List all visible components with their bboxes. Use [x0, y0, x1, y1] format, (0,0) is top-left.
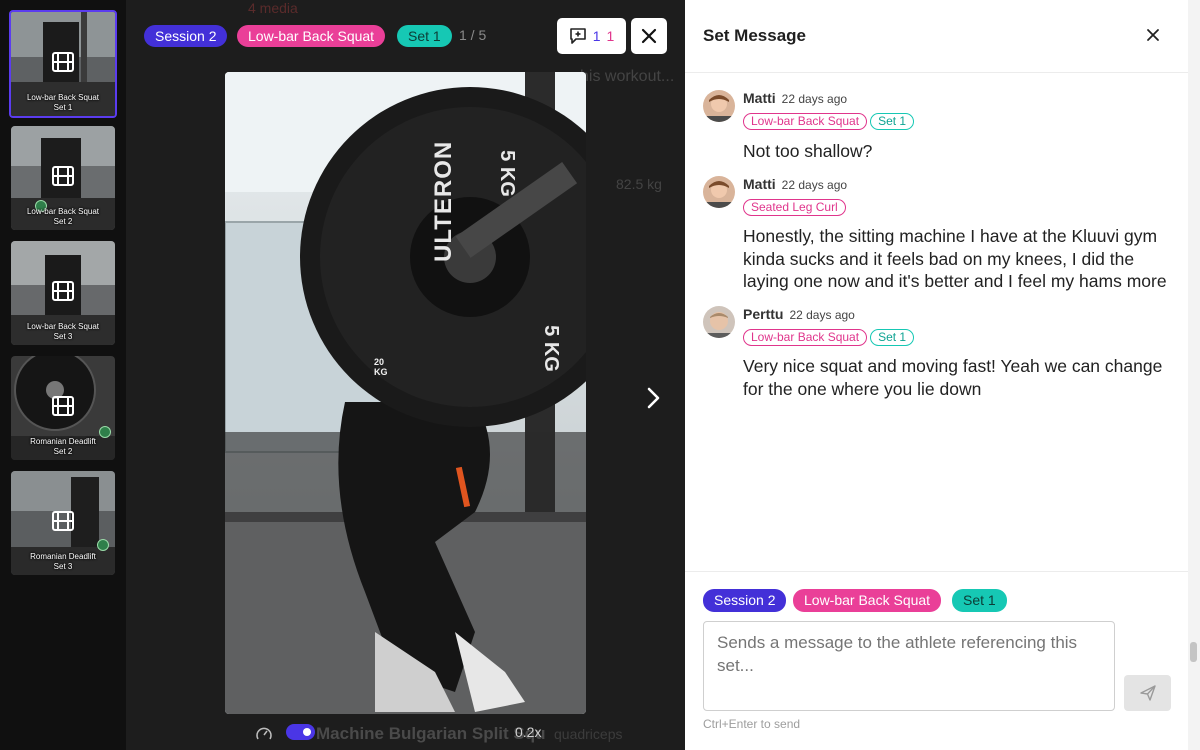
slow-motion-toggle[interactable]	[286, 724, 315, 740]
set-tag: Set 1	[870, 329, 915, 346]
thumbnail-exercise: Romanian Deadlift	[30, 437, 96, 446]
plate-weight-text: 5 KG	[495, 150, 518, 197]
set-chip: Set 1	[397, 25, 452, 47]
messages-button[interactable]: 1 1	[557, 18, 626, 54]
avatar	[703, 306, 735, 338]
close-viewer-button[interactable]	[631, 18, 667, 54]
workout-note: his workout...	[580, 68, 675, 85]
message-plus-icon	[569, 28, 586, 44]
exercise-chip: Low-bar Back Squat	[237, 25, 386, 47]
weight-label: 82.5 kg	[616, 176, 662, 192]
thumbnail-5[interactable]: Romanian Deadlift Set 3	[11, 471, 115, 575]
message-time: 22 days ago	[781, 92, 848, 106]
divider	[685, 72, 1188, 73]
message-body: Honestly, the sitting machine I have at …	[743, 226, 1167, 291]
small-plate-text: 20 KG	[374, 357, 388, 377]
avatar	[703, 176, 735, 208]
set-message-panel: Set Message Matti 22 days ago Low-bar Bac…	[685, 0, 1188, 750]
thumbnail-exercise: Low-bar Back Squat	[26, 207, 100, 216]
composer-exercise-chip: Low-bar Back Squat	[793, 589, 942, 612]
muscle-label: quadriceps	[554, 726, 623, 742]
close-icon	[641, 28, 657, 44]
video-frame	[225, 72, 586, 714]
thumbnail-set: Set 1	[53, 102, 73, 112]
composer-session-chip: Session 2	[703, 589, 787, 612]
thumbnail-exercise: Low-bar Back Squat	[26, 93, 100, 102]
video-player[interactable]: ULTERON 5 KG 5 KG 20 KG	[225, 72, 586, 714]
message-body: Very nice squat and moving fast! Yeah we…	[743, 356, 1163, 399]
message-count-secondary: 1	[606, 28, 615, 44]
thumbnail-set: Set 3	[53, 331, 73, 341]
message-author: Perttu	[743, 306, 784, 322]
gauge-icon[interactable]	[255, 725, 273, 743]
playback-speed: 0.2x	[515, 724, 542, 740]
plate-weight-lower-text: 5 KG	[539, 325, 562, 372]
message-author: Matti	[743, 90, 776, 106]
scrollbar[interactable]	[1188, 0, 1200, 750]
send-icon	[1139, 685, 1156, 701]
send-button[interactable]	[1124, 675, 1171, 711]
thumbnail-3[interactable]: Low-bar Back Squat Set 3	[11, 241, 115, 345]
plate-brand-text: ULTERON	[430, 140, 457, 262]
thumbnail-set: Set 3	[53, 561, 73, 571]
session-chip: Session 2	[144, 25, 228, 47]
message-time: 22 days ago	[781, 178, 848, 192]
media-count-label: 4 media	[248, 0, 298, 16]
next-exercise-name: Machine Bulgarian Split Squ	[316, 724, 546, 743]
thumbnail-exercise: Low-bar Back Squat	[26, 322, 100, 331]
message-time: 22 days ago	[789, 308, 855, 322]
thumbnail-2[interactable]: Low-bar Back Squat Set 2	[11, 126, 115, 230]
thumbnail-set: Set 2	[53, 446, 73, 456]
panel-title: Set Message	[703, 26, 806, 45]
composer-set-chip: Set 1	[952, 589, 1007, 612]
message-item: Perttu 22 days ago Low-bar Back Squat Set …	[703, 306, 1173, 406]
status-dot	[97, 539, 109, 551]
thumbnail-exercise: Romanian Deadlift	[30, 552, 96, 561]
message-input[interactable]	[703, 621, 1115, 711]
film-icon	[52, 51, 74, 72]
divider	[685, 571, 1188, 572]
close-icon[interactable]	[1144, 26, 1162, 44]
thumbnail-rail: Low-bar Back Squat Set 1 Low-bar Back Squ…	[0, 0, 126, 750]
exercise-tag: Low-bar Back Squat	[743, 113, 868, 130]
message-item: Matti 22 days ago Low-bar Back Squat Set 1…	[703, 90, 1173, 170]
set-tag: Set 1	[870, 113, 915, 130]
message-body: Not too shallow?	[743, 141, 873, 161]
film-icon	[52, 165, 74, 186]
thumbnail-4[interactable]: Romanian Deadlift Set 2	[11, 356, 115, 460]
message-count-primary: 1	[592, 28, 601, 44]
thumbnail-set: Set 2	[53, 216, 73, 226]
film-icon	[52, 280, 74, 301]
message-item: Matti 22 days ago Seated Leg Curl Honestl…	[703, 176, 1173, 296]
film-icon	[52, 395, 74, 416]
avatar	[703, 90, 735, 122]
media-counter: 1 / 5	[459, 27, 487, 43]
exercise-tag: Seated Leg Curl	[743, 199, 846, 216]
next-media-button[interactable]	[640, 384, 668, 412]
thumbnail-1[interactable]: Low-bar Back Squat Set 1	[9, 10, 117, 118]
film-icon	[52, 510, 74, 531]
exercise-tag: Low-bar Back Squat	[743, 329, 868, 346]
send-hint: Ctrl+Enter to send	[703, 717, 801, 731]
message-author: Matti	[743, 176, 776, 192]
scrollbar-thumb[interactable]	[1190, 642, 1197, 662]
